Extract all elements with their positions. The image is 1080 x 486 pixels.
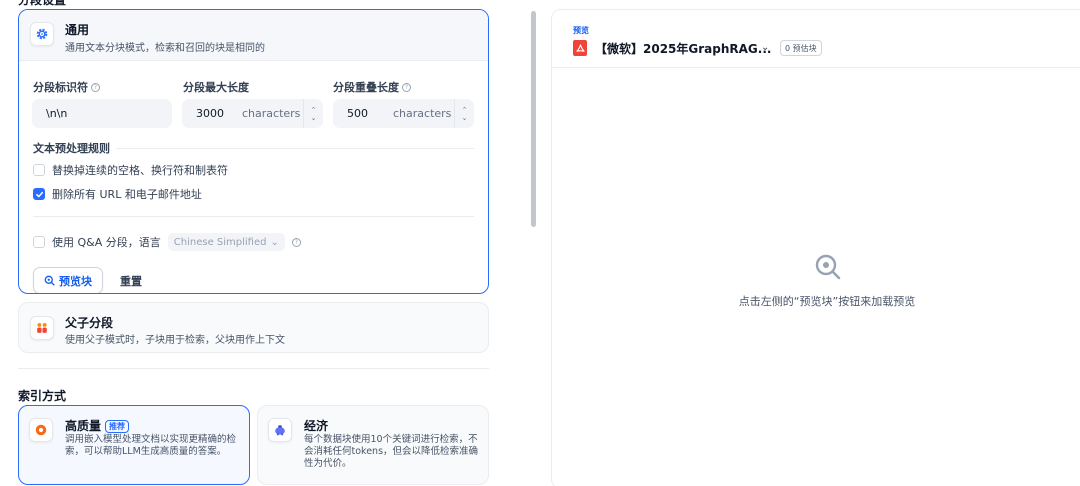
parent-child-title: 父子分段 <box>65 316 114 330</box>
high-quality-description: 调用嵌入模型处理文档以实现更精确的检索，可以帮助LLM生成高质量的答案。 <box>65 434 237 457</box>
preview-label: 预览 <box>573 26 589 35</box>
index-method-title: 索引方式 <box>18 389 67 403</box>
index-high-quality-card[interactable]: 高质量 推荐 调用嵌入模型处理文档以实现更精确的检索，可以帮助LLM生成高质量的答… <box>18 405 250 485</box>
search-icon <box>44 275 55 286</box>
preview-panel: 预览 【微软】2025年GraphRAG... ⌄ 0 预估块 点击左侧的“预览… <box>551 9 1080 486</box>
qa-segment-option[interactable]: 使用 Q&A 分段，语言 Chinese Simplified ⌄ ? <box>33 233 301 251</box>
overlap-value: 500 <box>347 107 368 120</box>
segment-settings-title: 分段设置 <box>18 0 67 7</box>
chevron-down-icon[interactable]: ⌄ <box>311 114 317 122</box>
preprocess-rules-title: 文本预处理规则 <box>33 142 110 155</box>
general-mode-title: 通用 <box>65 23 90 37</box>
overlap-unit: characters <box>393 107 452 120</box>
empty-preview-text: 点击左侧的“预览块”按钮来加载预览 <box>738 295 916 308</box>
help-icon[interactable]: ? <box>91 82 100 92</box>
rules-divider <box>116 148 474 149</box>
chevron-down-icon[interactable]: ⌄ <box>462 114 468 122</box>
settings-gear-icon <box>30 22 54 46</box>
max-length-stepper[interactable]: ⌃ ⌄ <box>303 99 323 128</box>
economy-title: 经济 <box>304 419 329 433</box>
section-divider <box>33 216 474 217</box>
checkbox[interactable] <box>33 236 45 248</box>
parent-child-mode-card[interactable]: 父子分段 使用父子模式时，子块用于检索，父块用作上下文 <box>18 302 489 353</box>
max-length-label: 分段最大长度 <box>183 81 249 94</box>
economy-description: 每个数据块使用10个关键词进行检索，不会消耗任何tokens，但会以降低检索准确… <box>304 434 479 469</box>
chevron-down-icon[interactable]: ⌄ <box>761 42 769 53</box>
piggy-bank-icon <box>268 418 292 442</box>
reset-button[interactable]: 重置 <box>120 267 142 293</box>
overlap-stepper[interactable]: ⌃ ⌄ <box>454 99 474 128</box>
scrollbar-thumb[interactable] <box>531 11 536 227</box>
parent-child-icon <box>30 316 54 340</box>
rule-replace-whitespace[interactable]: 替换掉连续的空格、换行符和制表符 <box>33 162 228 178</box>
section-divider <box>18 368 489 369</box>
chevron-down-icon: ⌄ <box>270 236 279 248</box>
preview-header: 预览 【微软】2025年GraphRAG... ⌄ 0 预估块 <box>552 10 1080 68</box>
estimated-chunks-badge: 0 预估块 <box>780 40 822 56</box>
general-mode-card[interactable]: 通用 通用文本分块模式，检索和召回的块是相同的 分段标识符 ? 分段最大长度 分… <box>18 9 489 294</box>
checkbox-checked[interactable] <box>33 188 45 200</box>
max-length-input[interactable]: 3000 characters ⌃ ⌄ <box>182 99 323 128</box>
overlap-label: 分段重叠长度 ? <box>333 79 411 95</box>
max-length-value: 3000 <box>196 107 224 120</box>
separator-label: 分段标识符 ? <box>33 79 100 95</box>
rule-remove-urls[interactable]: 删除所有 URL 和电子邮件地址 <box>33 186 202 202</box>
overlap-input[interactable]: 500 characters ⌃ ⌄ <box>333 99 474 128</box>
max-length-unit: characters <box>242 107 301 120</box>
language-select[interactable]: Chinese Simplified ⌄ <box>167 233 285 251</box>
checkbox[interactable] <box>33 164 45 176</box>
high-quality-title: 高质量 推荐 <box>65 417 130 434</box>
parent-child-description: 使用父子模式时，子块用于检索，父块用作上下文 <box>65 335 285 346</box>
help-icon[interactable]: ? <box>291 237 301 247</box>
preview-chunks-button[interactable]: 预览块 <box>33 267 103 293</box>
general-mode-header[interactable]: 通用 通用文本分块模式，检索和召回的块是相同的 <box>19 10 488 61</box>
chevron-up-icon[interactable]: ⌃ <box>462 106 468 114</box>
index-economy-card[interactable]: 经济 每个数据块使用10个关键词进行检索，不会消耗任何tokens，但会以降低检… <box>257 405 489 485</box>
help-icon[interactable]: ? <box>402 82 411 92</box>
document-selector[interactable]: 【微软】2025年GraphRAG... <box>595 40 771 57</box>
chevron-up-icon[interactable]: ⌃ <box>311 106 317 114</box>
recommended-badge: 推荐 <box>105 420 130 433</box>
search-preview-icon <box>815 254 841 280</box>
check-icon <box>35 191 43 197</box>
separator-input[interactable]: \n\n <box>32 99 172 128</box>
high-quality-icon <box>29 418 53 442</box>
general-mode-description: 通用文本分块模式，检索和召回的块是相同的 <box>65 43 265 54</box>
pdf-file-icon <box>573 40 587 56</box>
